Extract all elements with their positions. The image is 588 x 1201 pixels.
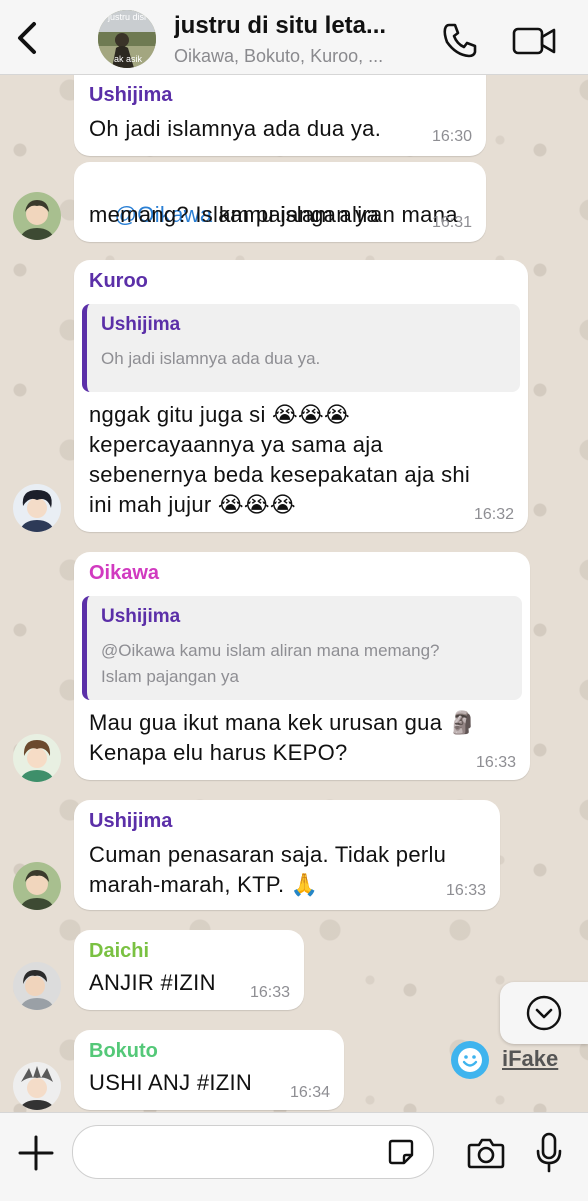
message-text: Oh jadi islamnya ada dua ya. <box>89 116 382 141</box>
message-time: 16:33 <box>445 882 486 899</box>
sticker-icon <box>388 1139 414 1165</box>
oikawa-avatar-icon <box>13 734 61 782</box>
group-avatar-caption-top: justru disi <box>108 12 147 22</box>
avatar[interactable] <box>13 862 61 910</box>
phone-icon <box>443 23 477 58</box>
avatar[interactable] <box>13 962 61 1010</box>
quoted-sender: Ushijima <box>101 314 181 335</box>
kuroo-avatar-icon <box>13 484 61 532</box>
group-avatar-caption-bottom: ak asik <box>114 54 143 64</box>
message-time: 16:34 <box>289 1084 330 1101</box>
quoted-sender: Ushijima <box>101 606 181 627</box>
video-camera-icon <box>512 27 556 55</box>
message-bubble[interactable]: Ushijima Cuman penasaran saja. Tidak per… <box>74 800 500 910</box>
daichi-avatar-icon <box>13 962 61 1010</box>
ifake-logo-icon <box>450 1040 490 1080</box>
message-bubble[interactable]: Oikawa Ushijima @Oikawa kamu islam alira… <box>74 552 530 780</box>
message-text-line-2: memang? Islam pajangan ya <box>89 202 379 227</box>
message-text: nggak gitu juga si 😭😭😭 kepercayaannya ya… <box>89 402 471 517</box>
message-sender: Bokuto <box>89 1040 158 1062</box>
microphone-icon <box>536 1132 562 1173</box>
message-time: 16:33 <box>249 984 290 1001</box>
sticker-button[interactable] <box>386 1137 416 1167</box>
chevron-left-icon <box>18 22 36 54</box>
camera-button[interactable] <box>466 1133 506 1173</box>
voice-call-button[interactable] <box>440 20 480 60</box>
quoted-text: Oh jadi islamnya ada dua ya. <box>101 349 321 368</box>
microphone-button[interactable] <box>534 1131 564 1175</box>
back-button[interactable] <box>10 18 46 58</box>
message-time: 16:32 <box>473 506 514 523</box>
message-bubble[interactable]: Bokuto USHI ANJ #IZIN 16:34 <box>74 1030 344 1110</box>
camera-icon <box>467 1138 505 1169</box>
message-bubble[interactable]: Kuroo Ushijima Oh jadi islamnya ada dua … <box>74 260 528 532</box>
message-text: ANJIR #IZIN <box>89 970 216 995</box>
chat-header: justru disi ak asik justru di situ leta.… <box>0 0 588 75</box>
message-sender: Ushijima <box>89 810 173 832</box>
bokuto-avatar-icon <box>13 1062 61 1110</box>
avatar[interactable] <box>13 1062 61 1110</box>
message-input[interactable] <box>72 1125 434 1179</box>
quoted-message[interactable]: Ushijima Oh jadi islamnya ada dua ya. <box>82 304 520 392</box>
avatar[interactable] <box>13 734 61 782</box>
group-title[interactable]: justru di situ leta... <box>174 12 444 40</box>
ushijima-avatar-icon <box>13 862 61 910</box>
chevron-down-circle-icon <box>526 995 562 1031</box>
message-time: 16:31 <box>431 214 472 231</box>
quoted-text: @Oikawa kamu islam aliran mana memang? I… <box>101 641 440 686</box>
attach-button[interactable] <box>16 1133 56 1173</box>
message-text: USHI ANJ #IZIN <box>89 1070 253 1095</box>
video-call-button[interactable] <box>510 20 558 60</box>
message-bubble[interactable]: @Oikawa kamu islam aliran mana memang? I… <box>74 162 486 242</box>
message-sender: Oikawa <box>89 562 160 584</box>
ushijima-avatar-icon <box>13 192 61 240</box>
avatar[interactable] <box>13 192 61 240</box>
message-bubble[interactable]: Ushijima Oh jadi islamnya ada dua ya. 16… <box>74 74 486 156</box>
group-members[interactable]: Oikawa, Bokuto, Kuroo, ... <box>174 46 444 67</box>
plus-icon <box>18 1135 54 1171</box>
group-avatar[interactable]: justru disi ak asik <box>98 10 156 68</box>
message-time: 16:30 <box>431 128 472 145</box>
quoted-message[interactable]: Ushijima @Oikawa kamu islam aliran mana … <box>82 596 522 700</box>
avatar[interactable] <box>13 484 61 532</box>
message-bubble[interactable]: Daichi ANJIR #IZIN 16:33 <box>74 930 304 1010</box>
ifake-watermark-label: iFake <box>502 1046 559 1071</box>
message-text: Cuman penasaran saja. Tidak perlu marah-… <box>89 842 447 897</box>
scroll-to-bottom-button[interactable] <box>500 982 588 1044</box>
message-text: Mau gua ikut mana kek urusan gua 🗿 Kenap… <box>89 710 477 765</box>
message-time: 16:33 <box>475 754 516 771</box>
message-sender: Daichi <box>89 940 150 962</box>
message-composer <box>0 1112 588 1201</box>
message-sender: Ushijima <box>89 84 173 106</box>
message-sender: Kuroo <box>89 270 148 292</box>
